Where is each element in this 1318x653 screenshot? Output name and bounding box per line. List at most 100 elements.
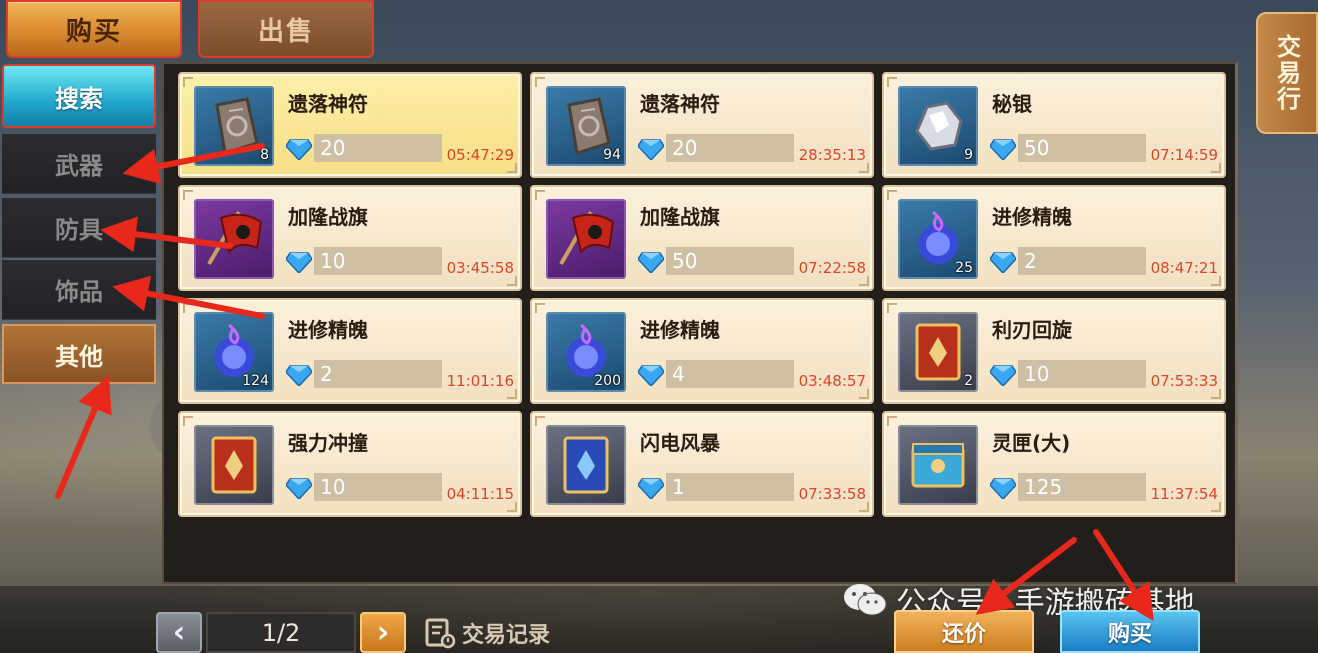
diamond-icon	[285, 251, 313, 275]
trade-record-icon	[425, 618, 456, 649]
category-accessories[interactable]: 饰品	[2, 260, 156, 320]
time-remaining: 05:47:29	[446, 146, 514, 164]
item-name: 进修精魄	[992, 205, 1072, 229]
time-remaining: 04:11:15	[446, 485, 514, 503]
trade-record-link[interactable]: 交易记录	[424, 614, 550, 652]
card-corner-ornament	[1211, 389, 1221, 399]
bargain-button[interactable]: 还价	[894, 610, 1034, 653]
diamond-icon	[637, 364, 665, 388]
item-price: 2	[1018, 247, 1146, 275]
listing-card[interactable]: 强力冲撞 10 04:11:15	[178, 411, 522, 517]
item-quantity: 25	[955, 260, 973, 276]
skill-book-blue-icon	[546, 425, 626, 505]
item-price: 1	[666, 473, 794, 501]
listings-panel: 8 遗落神符 20 05:47:29 94 遗落神符 20 28:35:13 9 秘银 50 07:1…	[162, 62, 1238, 584]
item-name: 加隆战旗	[288, 205, 368, 229]
spirit-orb-icon: 200	[546, 312, 626, 392]
card-corner-ornament	[887, 77, 897, 87]
card-corner-ornament	[507, 163, 517, 173]
item-name: 进修精魄	[288, 318, 368, 342]
diamond-icon	[285, 138, 313, 162]
item-quantity: 200	[594, 373, 621, 389]
rune-stone-icon: 8	[194, 86, 274, 166]
listing-card[interactable]: 94 遗落神符 20 28:35:13	[530, 72, 874, 178]
diamond-icon	[989, 364, 1017, 388]
search-button[interactable]: 搜索	[2, 64, 156, 128]
card-corner-ornament	[507, 276, 517, 286]
card-corner-ornament	[1211, 163, 1221, 173]
item-name: 利刃回旋	[992, 318, 1072, 342]
item-quantity: 124	[242, 373, 269, 389]
diamond-icon	[285, 477, 313, 501]
category-other[interactable]: 其他	[2, 324, 156, 384]
card-corner-ornament	[183, 303, 193, 313]
item-quantity: 2	[964, 373, 973, 389]
spirit-chest-icon	[898, 425, 978, 505]
time-remaining: 28:35:13	[798, 146, 866, 164]
spirit-orb-icon: 124	[194, 312, 274, 392]
card-corner-ornament	[535, 303, 545, 313]
prev-page-button[interactable]: ‹	[156, 612, 202, 653]
tab-trading-house[interactable]: 交易行	[1256, 12, 1318, 134]
card-corner-ornament	[887, 416, 897, 426]
listing-card[interactable]: 闪电风暴 1 07:33:58	[530, 411, 874, 517]
tab-buy[interactable]: 购买	[6, 0, 182, 58]
next-page-button[interactable]: ›	[360, 612, 406, 653]
listing-card[interactable]: 2 利刃回旋 10 07:53:33	[882, 298, 1226, 404]
diamond-icon	[989, 138, 1017, 162]
card-corner-ornament	[887, 190, 897, 200]
item-price: 10	[1018, 360, 1146, 388]
category-sidebar: 搜索 武器 防具 饰品 其他	[0, 62, 162, 392]
listing-card[interactable]: 加隆战旗 10 03:45:58	[178, 185, 522, 291]
page-indicator: 1/2	[206, 612, 356, 653]
buy-button[interactable]: 购买	[1060, 610, 1200, 653]
listing-card[interactable]: 加隆战旗 50 07:22:58	[530, 185, 874, 291]
rune-stone-icon: 94	[546, 86, 626, 166]
listing-card[interactable]: 124 进修精魄 2 11:01:16	[178, 298, 522, 404]
item-quantity: 9	[964, 147, 973, 163]
card-corner-ornament	[859, 389, 869, 399]
diamond-icon	[989, 477, 1017, 501]
card-corner-ornament	[535, 77, 545, 87]
time-remaining: 08:47:21	[1150, 259, 1218, 277]
card-corner-ornament	[859, 163, 869, 173]
item-name: 秘银	[992, 92, 1032, 116]
tab-sell[interactable]: 出售	[198, 0, 374, 58]
card-corner-ornament	[859, 502, 869, 512]
card-corner-ornament	[507, 389, 517, 399]
card-corner-ornament	[535, 416, 545, 426]
listing-card[interactable]: 灵匣(大) 125 11:37:54	[882, 411, 1226, 517]
item-price: 10	[314, 247, 442, 275]
listing-card[interactable]: 9 秘银 50 07:14:59	[882, 72, 1226, 178]
item-name: 加隆战旗	[640, 205, 720, 229]
listing-card[interactable]: 25 进修精魄 2 08:47:21	[882, 185, 1226, 291]
card-corner-ornament	[859, 276, 869, 286]
diamond-icon	[637, 477, 665, 501]
listing-card[interactable]: 200 进修精魄 4 03:48:57	[530, 298, 874, 404]
item-price: 4	[666, 360, 794, 388]
time-remaining: 07:14:59	[1150, 146, 1218, 164]
spirit-orb-icon: 25	[898, 199, 978, 279]
item-price: 50	[666, 247, 794, 275]
card-corner-ornament	[535, 190, 545, 200]
item-name: 进修精魄	[640, 318, 720, 342]
card-corner-ornament	[1211, 502, 1221, 512]
card-corner-ornament	[183, 190, 193, 200]
wechat-icon	[844, 584, 887, 616]
category-weapons[interactable]: 武器	[2, 134, 156, 194]
diamond-icon	[637, 138, 665, 162]
item-name: 强力冲撞	[288, 431, 368, 455]
time-remaining: 07:22:58	[798, 259, 866, 277]
card-corner-ornament	[887, 303, 897, 313]
card-corner-ornament	[507, 502, 517, 512]
time-remaining: 03:48:57	[798, 372, 866, 390]
category-armor[interactable]: 防具	[2, 198, 156, 258]
war-banner-icon	[194, 199, 274, 279]
item-name: 遗落神符	[288, 92, 368, 116]
diamond-icon	[989, 251, 1017, 275]
listing-card[interactable]: 8 遗落神符 20 05:47:29	[178, 72, 522, 178]
diamond-icon	[285, 364, 313, 388]
item-name: 遗落神符	[640, 92, 720, 116]
time-remaining: 11:37:54	[1150, 485, 1218, 503]
item-price: 125	[1018, 473, 1146, 501]
